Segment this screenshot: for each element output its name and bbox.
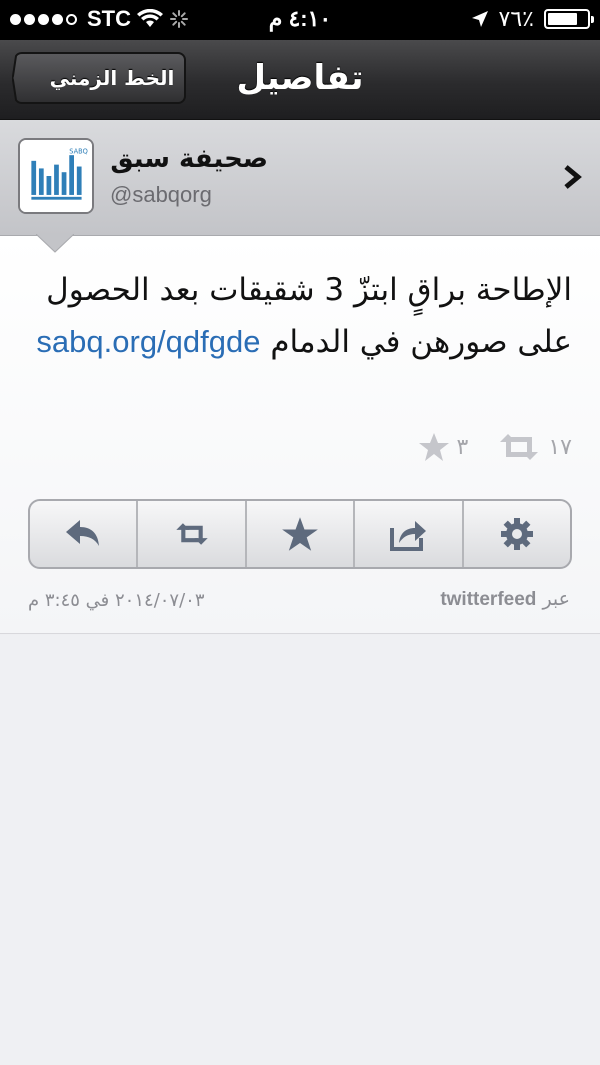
favorite-count-value: ٣	[456, 434, 469, 460]
gear-icon	[500, 518, 533, 550]
status-right: ٧٦٪	[471, 6, 594, 32]
profile-header[interactable]: SABQ صحيفة سبق @sabqorg	[0, 120, 600, 236]
favorite-button[interactable]	[247, 501, 356, 567]
tweet-link[interactable]: sabq.org/qdfgde	[36, 324, 260, 359]
share-button[interactable]	[355, 501, 464, 567]
chevron-right-icon	[564, 165, 582, 189]
retweet-icon	[500, 434, 539, 460]
retweet-icon	[175, 523, 208, 545]
favorite-count: ٣	[417, 432, 469, 462]
back-button[interactable]: الخط الزمني	[12, 52, 186, 104]
profile-handle: @sabqorg	[110, 182, 212, 207]
retweet-count-value: ١٧	[548, 434, 572, 460]
source-name[interactable]: twitterfeed	[440, 589, 536, 610]
location-arrow-icon	[471, 11, 488, 27]
page-title: تفاصيل	[236, 58, 364, 98]
tweet-timestamp: ٢٠١٤/٠٧/٠٣ في ٣:٤٥ م	[28, 590, 205, 611]
battery-icon	[544, 9, 594, 29]
share-icon	[390, 521, 427, 551]
reply-icon	[66, 520, 100, 546]
profile-name: صحيفة سبق	[110, 144, 268, 174]
reply-button[interactable]	[30, 501, 139, 567]
via-prefix: عبر	[542, 588, 570, 610]
retweet-button[interactable]	[138, 501, 247, 567]
avatar-logo-text: SABQ	[69, 147, 88, 155]
retweet-count: ١٧	[496, 432, 572, 462]
tweet-counts: ٣ ١٧	[417, 432, 572, 462]
status-bar: STC ٤:١٠ م ٧٦٪	[0, 0, 600, 40]
tweet-text: الإطاحة براقٍ ابتزّ 3 شقيقات بعد الحصول …	[30, 264, 572, 368]
empty-area	[0, 635, 600, 1065]
tweet-source: عبر twitterfeed	[440, 588, 570, 611]
avatar[interactable]: SABQ	[18, 138, 94, 214]
tweet-detail: الإطاحة براقٍ ابتزّ 3 شقيقات بعد الحصول …	[0, 236, 600, 634]
star-icon	[418, 433, 449, 461]
settings-button[interactable]	[464, 501, 570, 567]
action-bar	[28, 499, 572, 569]
sabq-logo: SABQ	[20, 140, 92, 212]
navigation-bar: الخط الزمني تفاصيل	[0, 40, 600, 120]
battery-level	[548, 13, 577, 25]
back-arrow-icon	[12, 52, 42, 104]
back-button-label: الخط الزمني	[40, 52, 186, 104]
header-pointer	[36, 234, 74, 253]
star-icon	[282, 517, 318, 551]
battery-percent: ٧٦٪	[498, 6, 534, 31]
